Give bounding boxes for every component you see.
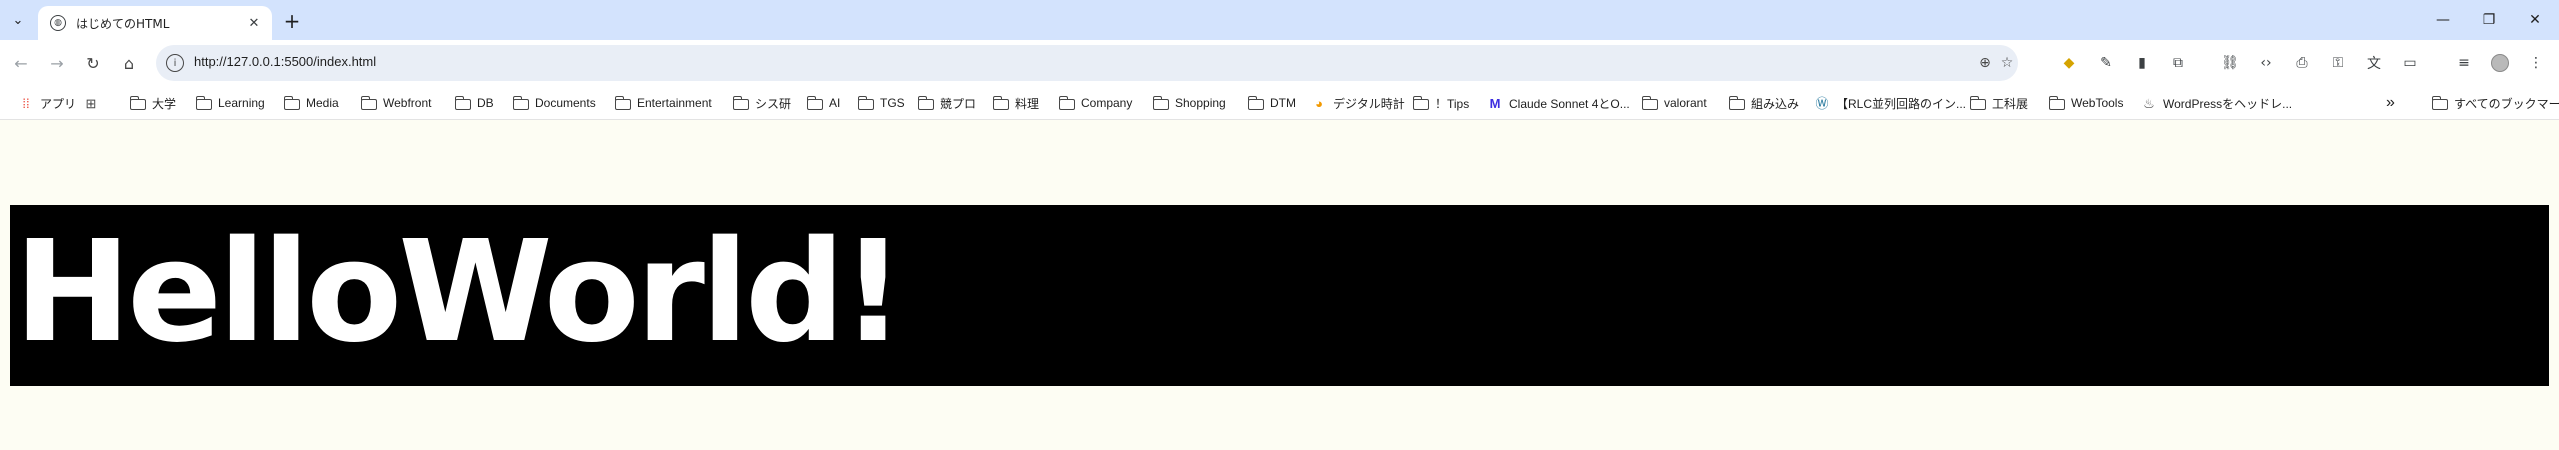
bookmark-folder[interactable]: valorant bbox=[1641, 92, 1707, 114]
extension-icon[interactable]: ◆ bbox=[2057, 51, 2081, 75]
home-icon[interactable]: ⌂ bbox=[116, 50, 142, 76]
bookmark-folder[interactable]: DB bbox=[454, 92, 494, 114]
bookmark-folder[interactable]: 料理 bbox=[992, 92, 1039, 114]
folder-icon bbox=[2048, 95, 2065, 110]
folder-icon bbox=[614, 95, 631, 110]
bookmark-folder[interactable]: 組み込み bbox=[1728, 92, 1799, 114]
cast-icon[interactable]: ▭ bbox=[2398, 51, 2422, 75]
printer-icon[interactable]: ⎙ bbox=[2290, 51, 2314, 75]
bookmark-folder[interactable]: Entertainment bbox=[614, 92, 712, 114]
address-bar[interactable]: i http://127.0.0.1:5500/index.html ⊕ ☆ bbox=[156, 45, 2018, 81]
folder-icon bbox=[2431, 95, 2448, 110]
bookmark-item[interactable]: M Claude Sonnet 4とO... bbox=[1487, 92, 1630, 114]
folder-icon bbox=[512, 95, 529, 110]
url-text[interactable]: http://127.0.0.1:5500/index.html bbox=[194, 54, 376, 69]
bookmark-folder[interactable]: Webfront bbox=[360, 92, 431, 114]
folder-icon bbox=[1969, 95, 1986, 110]
folder-icon bbox=[195, 95, 212, 110]
bookmark-folder[interactable]: Media bbox=[283, 92, 339, 114]
bookmark-folder[interactable]: 大学 bbox=[129, 92, 176, 114]
bookmark-favicon-icon: ♨ bbox=[2143, 95, 2155, 111]
folder-icon bbox=[992, 95, 1009, 110]
close-window-button[interactable]: ✕ bbox=[2512, 0, 2558, 40]
forward-arrow-icon[interactable]: → bbox=[44, 50, 70, 76]
folder-icon bbox=[732, 95, 749, 110]
bookmark-item[interactable]: Ⓦ 【RLC並列回路のイン... bbox=[1814, 92, 1966, 114]
folder-icon bbox=[857, 95, 874, 110]
bookmark-folder[interactable]: DTM bbox=[1247, 92, 1296, 114]
hello-banner: HelloWorld! bbox=[10, 205, 2549, 386]
reading-list-icon[interactable]: ≡ bbox=[2452, 51, 2476, 75]
wordpress-icon: Ⓦ bbox=[1815, 95, 1829, 111]
bookmark-item[interactable]: ◕ デジタル時計 bbox=[1311, 92, 1405, 114]
extension-icon[interactable]: ▮ bbox=[2130, 51, 2154, 75]
folder-icon bbox=[360, 95, 377, 110]
bookmark-folder[interactable]: Company bbox=[1058, 92, 1132, 114]
browser-toolbar: ← → ↻ ⌂ i http://127.0.0.1:5500/index.ht… bbox=[0, 40, 2559, 86]
globe-icon: ◍ bbox=[50, 15, 66, 31]
reload-icon[interactable]: ↻ bbox=[80, 50, 106, 76]
bookmark-folder[interactable]: Learning bbox=[195, 92, 265, 114]
tab-search-chevron-icon[interactable]: ⌄ bbox=[6, 8, 30, 32]
folder-icon bbox=[283, 95, 300, 110]
restore-button[interactable]: ❐ bbox=[2466, 0, 2512, 40]
bookmark-folder[interactable]: AI bbox=[806, 92, 840, 114]
tab-strip: ⌄ ◍ はじめてのHTML ✕ + — ❐ ✕ bbox=[0, 0, 2559, 40]
folder-icon bbox=[1728, 95, 1745, 110]
bookmark-folder[interactable]: ！Tips bbox=[1412, 92, 1469, 114]
apps-grid-icon: ⁞⁞ bbox=[22, 95, 30, 111]
bookmark-folder[interactable]: シス研 bbox=[732, 92, 791, 114]
page-heading: HelloWorld! bbox=[14, 211, 905, 374]
tab-title: はじめてのHTML bbox=[76, 16, 170, 31]
site-info-icon[interactable]: i bbox=[166, 54, 184, 72]
eyedropper-icon[interactable]: ✎ bbox=[2094, 51, 2118, 75]
bookmark-folder[interactable]: 工科展 bbox=[1969, 92, 2028, 114]
bookmark-item[interactable]: ⊞ bbox=[83, 92, 105, 114]
tab-groups-icon: ⊞ bbox=[85, 95, 97, 111]
translate-icon[interactable]: 文 bbox=[2362, 51, 2386, 75]
active-tab[interactable]: ◍ はじめてのHTML ✕ bbox=[38, 6, 272, 40]
folder-icon bbox=[1641, 95, 1658, 110]
zoom-icon[interactable]: ⊕ bbox=[1974, 52, 1996, 74]
bookmark-item[interactable]: ⁞⁞ アプリ bbox=[18, 92, 76, 114]
avatar[interactable] bbox=[2488, 51, 2512, 75]
folder-icon bbox=[806, 95, 823, 110]
bookmark-star-icon[interactable]: ☆ bbox=[1996, 52, 2018, 74]
folder-icon bbox=[917, 95, 934, 110]
link-icon[interactable]: ⛓ bbox=[2218, 51, 2242, 75]
back-arrow-icon[interactable]: ← bbox=[8, 50, 34, 76]
folder-icon bbox=[1152, 95, 1169, 110]
bookmark-folder[interactable]: TGS bbox=[857, 92, 905, 114]
bookmark-folder[interactable]: WebTools bbox=[2048, 92, 2123, 114]
folder-icon bbox=[1247, 95, 1264, 110]
m-favicon-icon: M bbox=[1489, 95, 1501, 111]
folder-icon bbox=[129, 95, 146, 110]
all-bookmarks-folder[interactable]: すべてのブックマーク bbox=[2431, 92, 2559, 114]
bookmarks-bar: ⁞⁞ アプリ ⊞ 大学 Learning Media Webfront DB D… bbox=[0, 86, 2559, 120]
folder-icon bbox=[1058, 95, 1075, 110]
puzzle-icon[interactable]: ⧉ bbox=[2166, 51, 2190, 75]
password-key-icon[interactable]: ⚿ bbox=[2326, 51, 2350, 75]
minimize-button[interactable]: — bbox=[2420, 0, 2466, 40]
bookmark-folder[interactable]: Documents bbox=[512, 92, 596, 114]
bookmark-folder[interactable]: 競プロ bbox=[917, 92, 976, 114]
tab-close-icon[interactable]: ✕ bbox=[244, 13, 264, 33]
bookmark-folder[interactable]: Shopping bbox=[1152, 92, 1226, 114]
folder-icon bbox=[1412, 95, 1429, 110]
folder-icon bbox=[454, 95, 471, 110]
bookmark-item[interactable]: ♨ WordPressをヘッドレ... bbox=[2141, 92, 2292, 114]
clock-favicon-icon: ◕ bbox=[1315, 95, 1323, 111]
bookmarks-overflow-button[interactable]: » bbox=[2386, 92, 2395, 114]
code-icon[interactable]: ‹› bbox=[2254, 51, 2278, 75]
new-tab-button[interactable]: + bbox=[280, 9, 304, 33]
menu-kebab-icon[interactable]: ⋮ bbox=[2524, 51, 2548, 75]
